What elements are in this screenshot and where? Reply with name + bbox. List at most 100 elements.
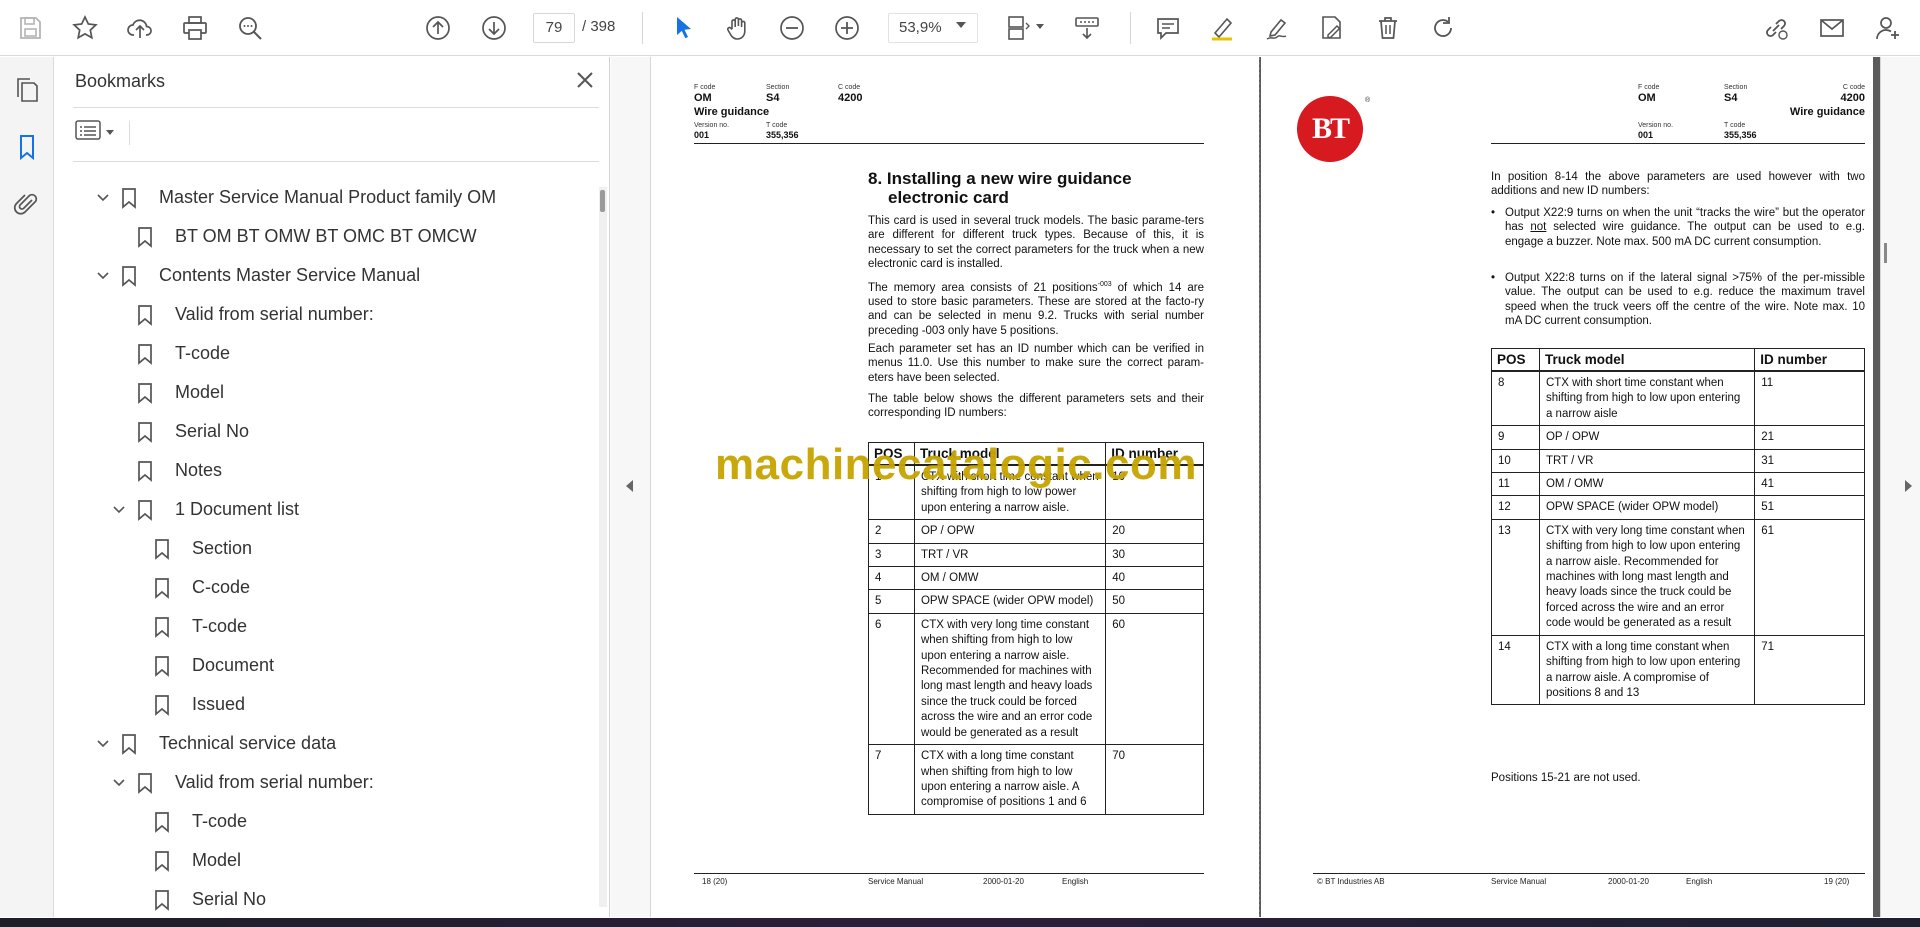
page-thumbnails-icon[interactable] [11, 74, 43, 106]
find-zoom-icon[interactable] [232, 10, 268, 46]
chevron-down-icon[interactable] [109, 773, 129, 793]
bookmark-icon [135, 772, 155, 794]
star-icon[interactable] [67, 10, 103, 46]
bookmark-item[interactable]: Model [152, 841, 241, 880]
table-cell: 12 [1491, 495, 1540, 520]
email-icon[interactable] [1814, 10, 1850, 46]
bookmark-item[interactable]: Valid from serial number: [109, 763, 374, 802]
comment-icon[interactable] [1150, 10, 1186, 46]
document-scrollbar-thumb[interactable] [1884, 243, 1887, 263]
previous-page-icon[interactable] [420, 10, 456, 46]
upload-cloud-icon[interactable] [122, 10, 158, 46]
share-link-icon[interactable] [1758, 10, 1794, 46]
right-panel-strip[interactable] [1880, 57, 1920, 917]
table-cell: 21 [1754, 425, 1865, 450]
bookmark-item[interactable]: BT OM BT OMW BT OMC BT OMCW [135, 217, 477, 256]
ccode-label: C code [838, 84, 861, 91]
collapse-left-icon[interactable] [626, 480, 633, 492]
version-value: 001 [1638, 130, 1654, 140]
bookmark-item[interactable]: 1 Document list [109, 490, 299, 529]
table-row: 11 OM / OMW 41 [1491, 472, 1865, 497]
bookmark-label: Valid from serial number: [175, 304, 374, 324]
table-cell: OP / OPW [1538, 425, 1756, 450]
scroll-mode-icon[interactable] [1069, 10, 1105, 46]
bookmark-item[interactable]: T-code [152, 607, 247, 646]
bookmark-icon [152, 538, 172, 560]
bookmark-label: Serial No [175, 421, 250, 441]
bookmark-label: T-code [192, 811, 248, 831]
header-rule [694, 143, 1204, 144]
chevron-down-icon[interactable] [93, 266, 113, 286]
chevron-down-icon[interactable] [93, 188, 113, 208]
sign-icon[interactable] [1259, 10, 1295, 46]
bookmark-item[interactable]: Model [135, 373, 224, 412]
add-user-icon[interactable] [1870, 10, 1906, 46]
bookmark-item[interactable]: Technical service data [93, 724, 336, 763]
tcode-label: T code [766, 122, 788, 129]
page-divider [1259, 57, 1260, 917]
bookmark-icon [135, 382, 155, 404]
bookmark-item[interactable]: Serial No [135, 412, 249, 451]
table-cell: CTX with short time constant when shifti… [1538, 370, 1756, 427]
next-page-icon[interactable] [476, 10, 512, 46]
select-cursor-icon[interactable] [665, 10, 701, 46]
bookmark-label: Master Service Manual Product family OM [159, 187, 497, 207]
bookmark-item[interactable]: Valid from serial number: [135, 295, 374, 334]
chevron-down-icon[interactable] [1036, 24, 1044, 29]
tcode-label: T code [1724, 122, 1746, 129]
table-cell: 7 [868, 744, 915, 815]
footer-date: 2000-01-20 [983, 877, 1024, 886]
print-icon[interactable] [177, 10, 213, 46]
table-row: 4 OM / OMW 40 [868, 566, 1204, 591]
main-toolbar: 79 / 398 53,9% [0, 0, 1920, 56]
highlight-pen-icon[interactable] [1204, 10, 1240, 46]
page-number-input[interactable]: 79 [533, 13, 575, 43]
bookmark-item[interactable]: Issued [152, 685, 245, 724]
toolbar-divider [642, 12, 643, 44]
chevron-down-icon[interactable] [93, 734, 113, 754]
bookmark-item[interactable]: Serial No [152, 880, 266, 912]
bookmark-item[interactable]: T-code [152, 802, 247, 841]
version-label: Version no. [1638, 122, 1674, 129]
bookmark-item[interactable]: Section [152, 529, 252, 568]
bookmark-panel-icon[interactable] [11, 131, 43, 163]
fcode-value: OM [1638, 92, 1656, 104]
bullet-item: • Output X22:8 turns on if the lateral si… [1491, 271, 1865, 328]
trash-icon[interactable] [1370, 10, 1406, 46]
bookmark-options-button[interactable] [75, 119, 121, 145]
zoom-in-icon[interactable] [829, 10, 865, 46]
bullet-item: • Output X22:9 turns on when the unit “tr… [1491, 206, 1865, 249]
table-cell: OPW SPACE (wider OPW model) [913, 589, 1107, 614]
bookmark-item[interactable]: T-code [135, 334, 230, 373]
hand-tool-icon[interactable] [719, 10, 755, 46]
footer-date: 2000-01-20 [1608, 877, 1649, 886]
page-fit-icon[interactable] [999, 10, 1035, 46]
table-row: 9 OP / OPW 21 [1491, 425, 1865, 450]
rotate-icon[interactable] [1425, 10, 1461, 46]
chevron-down-icon[interactable] [109, 500, 129, 520]
save-icon[interactable] [12, 10, 48, 46]
bookmark-item[interactable]: C-code [152, 568, 250, 607]
bookmark-icon [152, 811, 172, 833]
table-cell: 2 [868, 519, 915, 544]
bookmark-item[interactable]: Contents Master Service Manual [93, 256, 420, 295]
expand-right-icon[interactable] [1905, 480, 1912, 492]
close-icon[interactable] [572, 67, 598, 93]
attachment-icon[interactable] [11, 188, 43, 220]
bookmark-icon [135, 460, 155, 482]
bookmark-item[interactable]: Master Service Manual Product family OM [93, 178, 496, 217]
header-title: Wire guidance [694, 106, 770, 118]
bookmark-item[interactable]: Notes [135, 451, 222, 490]
zoom-level-select[interactable]: 53,9% [888, 13, 978, 43]
table-row: 6 CTX with very long time constant when s… [868, 612, 1204, 746]
scrollbar-thumb[interactable] [600, 190, 605, 212]
chevron-down-icon[interactable] [956, 22, 966, 28]
zoom-out-icon[interactable] [774, 10, 810, 46]
bookmark-item[interactable]: Document [152, 646, 274, 685]
list-options-icon [75, 119, 101, 146]
bullet-dot: • [1491, 272, 1496, 284]
bookmark-scrollbar[interactable] [599, 187, 607, 907]
bookmark-label: Document [192, 655, 275, 675]
table-cell: 6 [868, 612, 915, 746]
edit-pdf-icon[interactable] [1314, 10, 1350, 46]
